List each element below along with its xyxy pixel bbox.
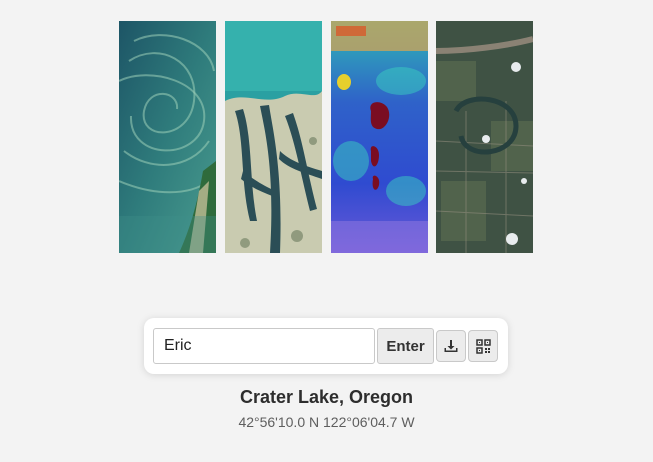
gallery-image-4[interactable]: [436, 21, 533, 253]
gallery-image-3[interactable]: [331, 21, 428, 253]
gallery-image-2[interactable]: [225, 21, 322, 253]
qr-code-icon: [475, 338, 491, 354]
download-button[interactable]: [436, 330, 466, 362]
qr-code-button[interactable]: [468, 330, 498, 362]
false-color-lakes-image: [331, 21, 428, 253]
location-name: Crater Lake, Oregon: [239, 387, 414, 407]
location-coordinates: 42°56'10.0 N 122°06'04.7 W: [238, 414, 415, 430]
download-icon: [444, 340, 458, 352]
tidal-delta-image: [225, 21, 322, 253]
name-input[interactable]: [153, 328, 375, 364]
enter-button[interactable]: Enter: [377, 328, 434, 364]
gallery-image-1[interactable]: [119, 21, 216, 253]
coastal-swirl-image: [119, 21, 216, 253]
river-oxbow-image: [436, 21, 533, 253]
name-entry-panel: Enter: [144, 318, 508, 374]
